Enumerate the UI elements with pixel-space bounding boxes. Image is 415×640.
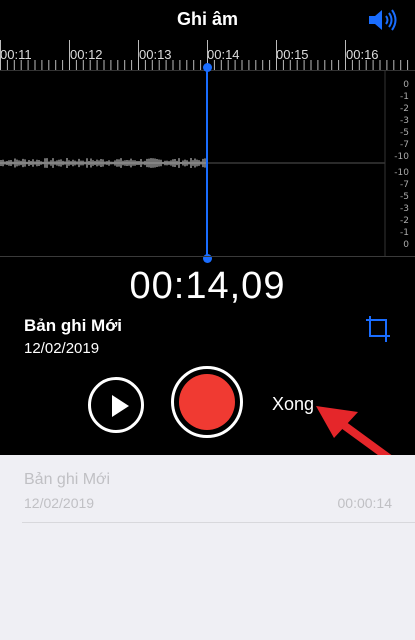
recording-date: 12/02/2019: [24, 340, 100, 357]
list-item[interactable]: Bản ghi Mới 12/02/2019 00:00:14: [0, 455, 415, 522]
speaker-volume-icon[interactable]: [367, 8, 397, 32]
list-item-duration: 00:00:14: [337, 495, 393, 511]
elapsed-time: 00:14,09: [129, 265, 286, 307]
db-label: -5: [400, 128, 409, 138]
recordings-list: Bản ghi Mới 12/02/2019 00:00:14: [0, 455, 415, 640]
header: Ghi âm: [0, 0, 415, 40]
db-label: -3: [400, 116, 409, 126]
db-label: -7: [400, 140, 409, 150]
list-item-name: Bản ghi Mới: [24, 471, 111, 488]
record-button[interactable]: [171, 366, 243, 438]
divider: [0, 256, 415, 257]
db-label: -2: [400, 216, 409, 226]
db-label: -10: [394, 152, 409, 162]
play-icon: [112, 395, 129, 417]
list-item-date: 12/02/2019: [24, 495, 95, 511]
db-label: -1: [400, 228, 409, 238]
db-label: -10: [394, 168, 409, 178]
record-icon: [179, 374, 235, 430]
recording-title[interactable]: Bản ghi Mới: [24, 316, 122, 336]
waveform-display[interactable]: [0, 70, 415, 256]
play-button[interactable]: [88, 377, 144, 433]
playhead-top-handle[interactable]: [203, 63, 212, 72]
db-label: -5: [400, 192, 409, 202]
db-label: -2: [400, 104, 409, 114]
db-label: 0: [403, 80, 409, 90]
list-divider: [22, 522, 415, 523]
db-label: -3: [400, 204, 409, 214]
crop-trim-icon[interactable]: [364, 314, 392, 344]
db-label: -1: [400, 92, 409, 102]
db-label: -7: [400, 180, 409, 190]
db-label: 0: [403, 240, 409, 250]
done-button[interactable]: Xong: [272, 394, 314, 415]
page-title: Ghi âm: [176, 9, 238, 29]
